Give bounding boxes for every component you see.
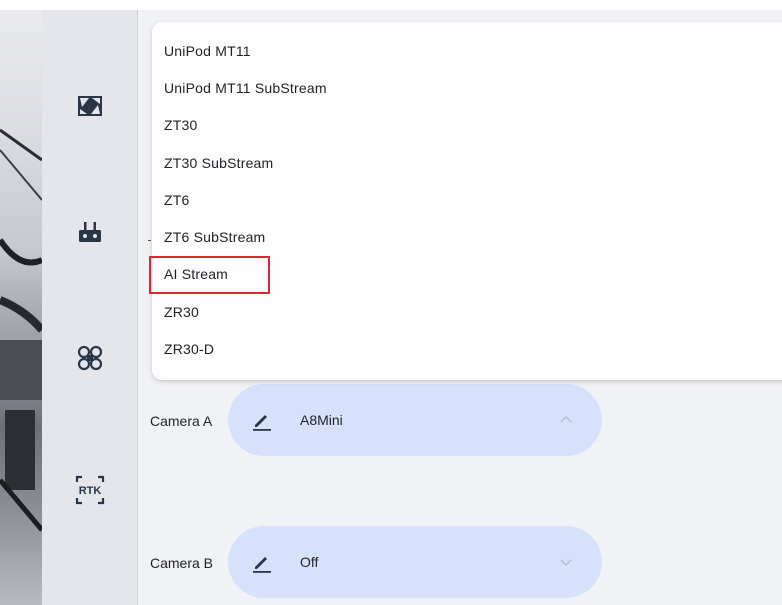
menu-item-zt6-substream[interactable]: ZT6 SubStream [152,218,782,255]
pencil-icon [250,550,274,574]
menu-item-unipod-mt11[interactable]: UniPod MT11 [152,32,782,69]
menu-item-zr30[interactable]: ZR30 [152,293,782,330]
drone-icon[interactable] [68,336,112,380]
chevron-up-icon [558,412,574,428]
camera-source-dropdown: UniPod MT11 UniPod MT11 SubStream ZT30 Z… [152,22,782,380]
menu-item-unipod-mt11-substream[interactable]: UniPod MT11 SubStream [152,69,782,106]
divider-mark [148,240,151,241]
menu-item-zt6[interactable]: ZT6 [152,181,782,218]
remote-controller-icon[interactable] [68,210,112,254]
chevron-down-icon [558,554,574,570]
rtk-label: RTK [79,485,102,497]
camera-a-label: Camera A [150,413,213,429]
rtk-icon[interactable]: RTK [68,468,112,512]
background-photo [0,10,42,605]
camera-b-label: Camera B [150,555,214,571]
camera-b-select[interactable]: Off [228,526,602,598]
pencil-icon [250,408,274,432]
camera-a-select[interactable]: A8Mini [228,384,602,456]
menu-item-ai-stream[interactable]: AI Stream [152,256,782,293]
camera-icon[interactable] [68,84,112,128]
menu-item-zt30[interactable]: ZT30 [152,107,782,144]
camera-b-value: Off [300,554,319,570]
menu-item-zr30-d[interactable]: ZR30-D [152,330,782,367]
camera-a-value: A8Mini [300,412,343,428]
menu-item-zt30-substream[interactable]: ZT30 SubStream [152,144,782,181]
